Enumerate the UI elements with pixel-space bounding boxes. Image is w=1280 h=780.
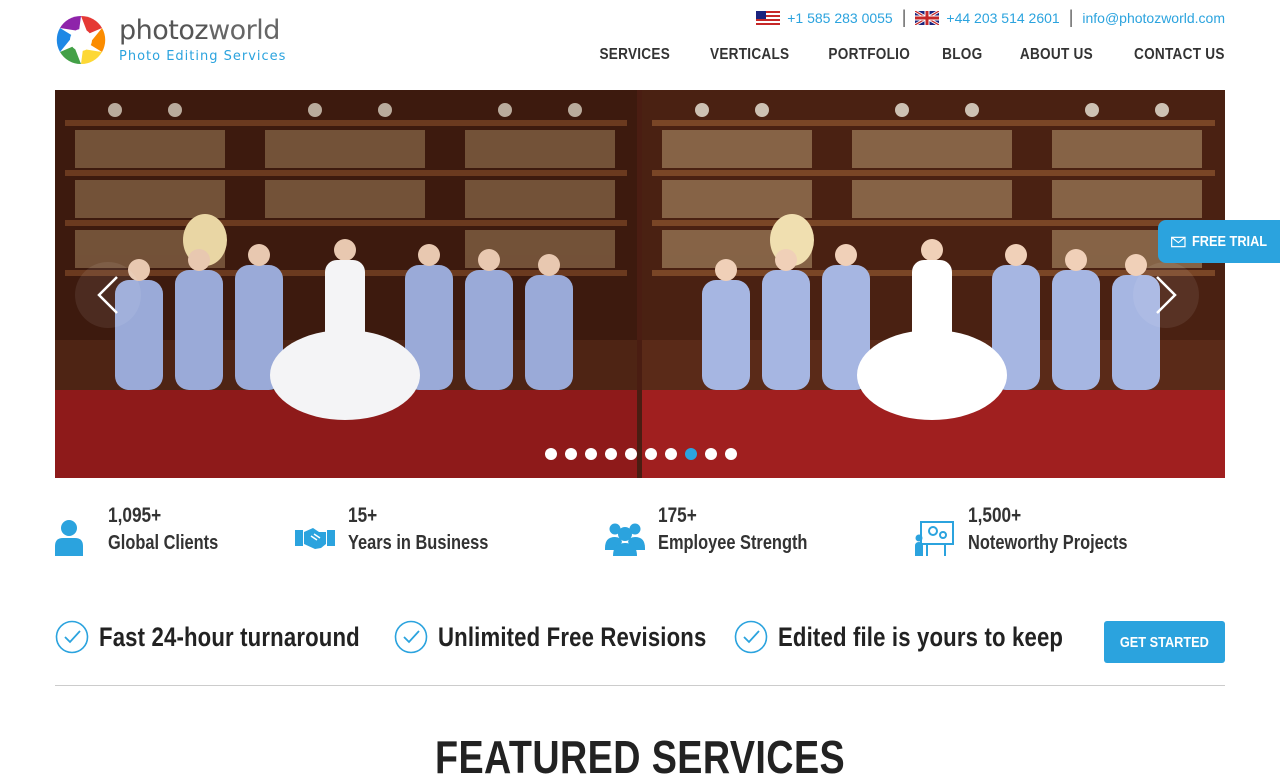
feature-text: Edited file is yours to keep xyxy=(778,621,1064,652)
slider-dot[interactable] xyxy=(685,448,697,460)
us-flag-icon xyxy=(756,10,781,25)
stat-value: 1,500+ xyxy=(968,504,1022,527)
section-divider xyxy=(55,685,1225,686)
slider-dot[interactable] xyxy=(605,448,617,460)
uk-flag-icon xyxy=(915,10,940,25)
slider-dot[interactable] xyxy=(585,448,597,460)
slider-dot[interactable] xyxy=(565,448,577,460)
get-started-button[interactable]: GET STARTED xyxy=(1104,621,1225,663)
feature-item: Edited file is yours to keep xyxy=(734,620,1126,654)
nav-verticals[interactable]: VERTICALS xyxy=(710,46,789,64)
nav-about-us[interactable]: ABOUT US xyxy=(1020,46,1093,64)
featured-services-heading: FEATURED SERVICES xyxy=(434,731,846,780)
feature-text: Unlimited Free Revisions xyxy=(438,621,707,652)
stat-global-clients: 1,095+ Global Clients xyxy=(55,500,242,558)
user-icon xyxy=(55,520,83,556)
slider-dot[interactable] xyxy=(705,448,717,460)
stat-employee-strength: 175+ Employee Strength xyxy=(605,500,840,558)
before-image xyxy=(55,90,637,478)
free-trial-label: FREE TRIAL xyxy=(1191,233,1267,250)
stat-value: 15+ xyxy=(348,504,378,527)
chevron-left-icon xyxy=(97,276,118,314)
slider-dot[interactable] xyxy=(725,448,737,460)
handshake-icon xyxy=(295,528,335,549)
site-logo[interactable]: photozworld Photo Editing Services xyxy=(55,14,286,66)
stat-label: Noteworthy Projects xyxy=(968,532,1128,554)
contact-separator: | xyxy=(901,7,907,27)
feature-text: Fast 24-hour turnaround xyxy=(99,621,360,652)
slider-pagination xyxy=(545,448,745,460)
brand-tagline: Photo Editing Services xyxy=(119,49,287,64)
free-trial-tab[interactable]: FREE TRIAL xyxy=(1158,220,1280,263)
nav-services[interactable]: SERVICES xyxy=(600,46,671,64)
team-icon xyxy=(605,523,645,556)
slider-dot[interactable] xyxy=(645,448,657,460)
contact-bar: +1 585 283 0055 | +44 203 514 2601 | inf… xyxy=(756,7,1225,28)
site-header: photozworld Photo Editing Services +1 58… xyxy=(0,0,1280,90)
nav-contact-us[interactable]: CONTACT US xyxy=(1134,46,1225,64)
nav-portfolio[interactable]: PORTFOLIO xyxy=(828,46,910,64)
slider-dot[interactable] xyxy=(625,448,637,460)
feature-highlights: Fast 24-hour turnaround Unlimited Free R… xyxy=(55,614,1225,664)
check-circle-icon xyxy=(394,620,428,654)
contact-separator: | xyxy=(1068,7,1074,27)
uk-phone-link[interactable]: +44 203 514 2601 xyxy=(946,10,1059,26)
check-circle-icon xyxy=(55,620,89,654)
us-phone-link[interactable]: +1 585 283 0055 xyxy=(787,10,893,26)
before-after-slider xyxy=(55,90,1225,478)
slider-next-button[interactable] xyxy=(1133,262,1199,328)
chevron-right-icon xyxy=(1156,276,1177,314)
slider-dot[interactable] xyxy=(545,448,557,460)
envelope-icon xyxy=(1171,236,1186,247)
feature-item: Fast 24-hour turnaround xyxy=(55,620,417,654)
nav-blog[interactable]: BLOG xyxy=(942,46,982,64)
aperture-logo-icon xyxy=(56,15,106,65)
email-link[interactable]: info@photozworld.com xyxy=(1082,10,1225,26)
feature-item: Unlimited Free Revisions xyxy=(394,620,765,654)
check-circle-icon xyxy=(734,620,768,654)
stat-label: Employee Strength xyxy=(658,532,808,554)
brand-name: photozworld xyxy=(119,15,280,46)
slider-prev-button[interactable] xyxy=(75,262,141,328)
main-nav: SERVICES VERTICALS PORTFOLIO BLOG ABOUT … xyxy=(562,46,1225,64)
stat-value: 175+ xyxy=(658,504,697,527)
stat-label: Global Clients xyxy=(108,532,219,554)
slider-dot[interactable] xyxy=(665,448,677,460)
stat-years-in-business: 15+ Years in Business xyxy=(295,500,519,558)
stats-bar: 1,095+ Global Clients 15+ Years in Busin… xyxy=(55,500,1225,560)
presentation-icon xyxy=(915,521,954,556)
stat-label: Years in Business xyxy=(348,532,489,554)
stat-noteworthy-projects: 1,500+ Noteworthy Projects xyxy=(915,500,1162,558)
stat-value: 1,095+ xyxy=(108,504,162,527)
